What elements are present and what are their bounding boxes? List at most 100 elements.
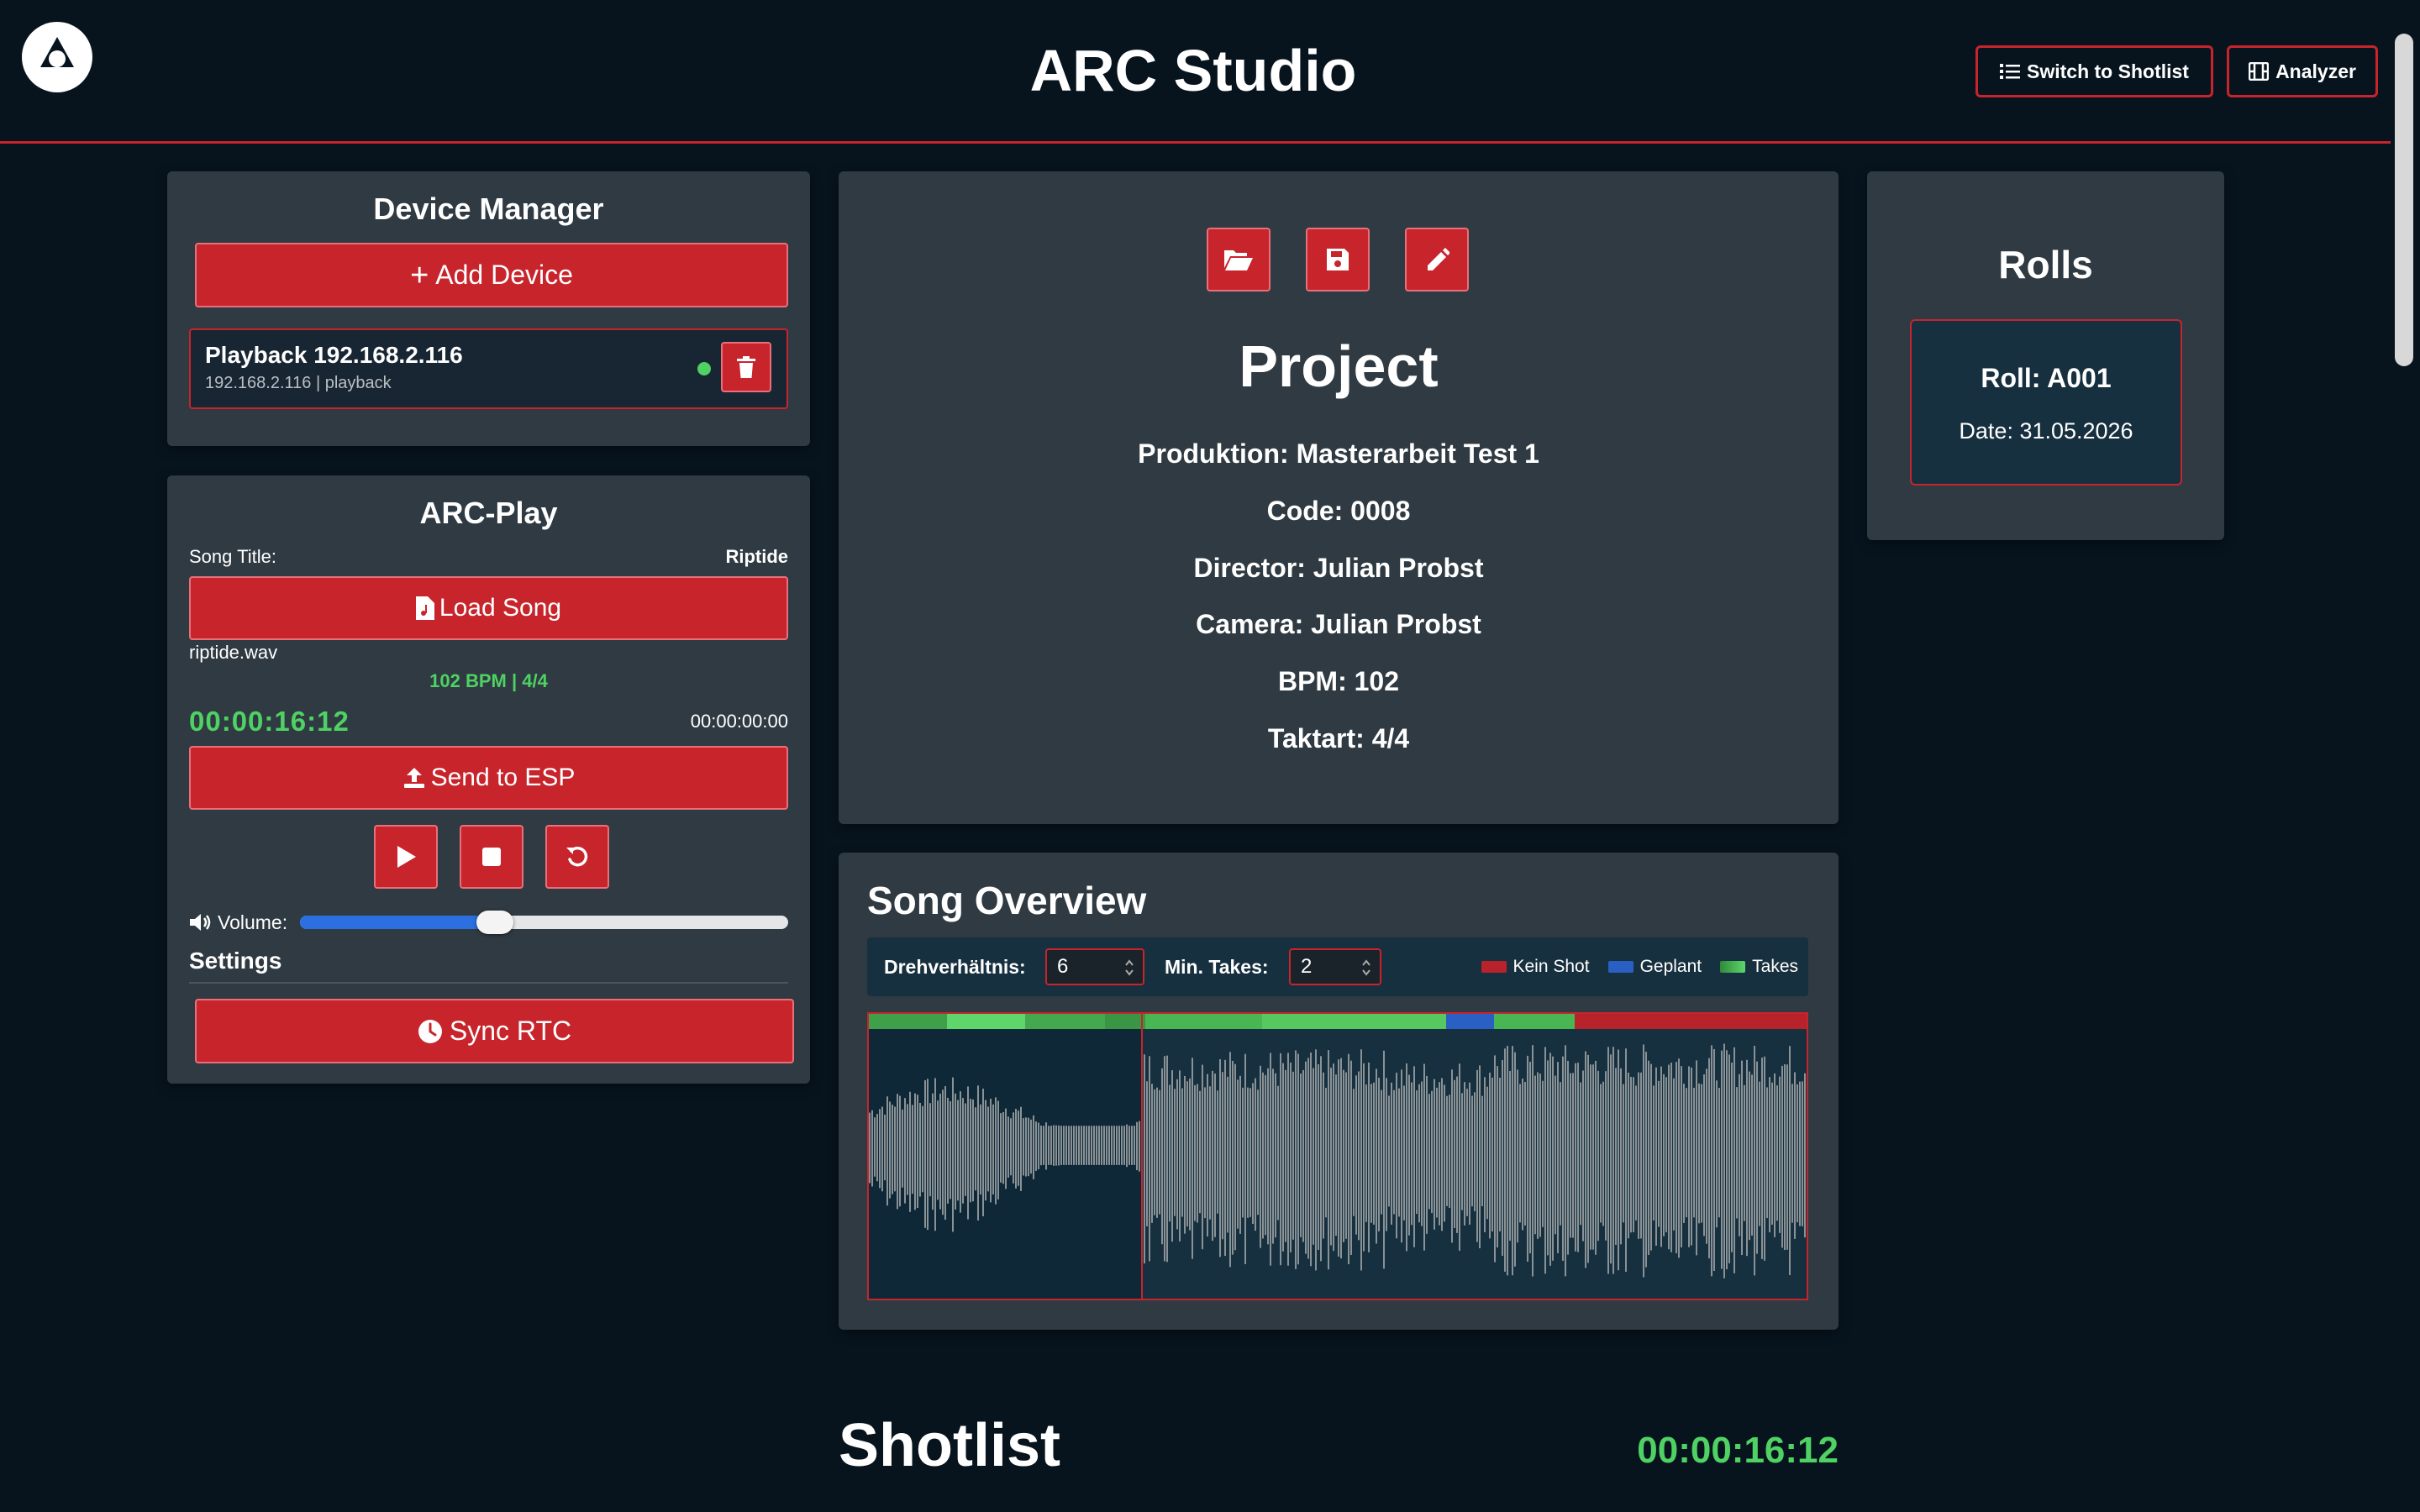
waveform-bar	[1093, 1126, 1095, 1165]
send-to-esp-button[interactable]: Send to ESP	[189, 746, 788, 810]
waveform-bar	[884, 1114, 886, 1181]
waveform-bar	[909, 1091, 911, 1212]
waveform-bar	[980, 1104, 981, 1195]
timeline-coverage-bar	[869, 1014, 1807, 1029]
waveform-bar	[1507, 1046, 1508, 1276]
waveform-bar	[1759, 1081, 1760, 1226]
waveform-bar	[1310, 1053, 1312, 1267]
waveform-bar	[942, 1089, 944, 1215]
waveform-bar	[1353, 1089, 1355, 1216]
min-takes-input[interactable]: 2	[1289, 948, 1381, 985]
waveform-bar	[1660, 1066, 1662, 1247]
waveform-bar	[1464, 1082, 1465, 1226]
legend-kein-shot: Kein Shot	[1481, 957, 1590, 977]
device-details: 192.168.2.116 | playback	[205, 374, 392, 392]
waveform-bar	[1512, 1046, 1513, 1276]
sync-rtc-button[interactable]: Sync RTC	[195, 999, 794, 1063]
device-item[interactable]: Playback 192.168.2.116 192.168.2.116 | p…	[189, 328, 788, 409]
reset-button[interactable]	[545, 825, 609, 889]
waveform-bar	[1711, 1045, 1712, 1277]
waveform-bar	[1764, 1056, 1765, 1261]
waveform-bar	[1028, 1117, 1029, 1177]
waveform-bar	[1340, 1058, 1342, 1259]
ratio-input[interactable]: 6	[1045, 948, 1144, 985]
waveform-bar	[1774, 1073, 1776, 1237]
coverage-segment-geplant	[1446, 1014, 1495, 1029]
waveform-bar	[1154, 1089, 1155, 1215]
waveform-bar	[1509, 1070, 1511, 1242]
open-project-button[interactable]	[1207, 228, 1270, 291]
waveform-bar	[1731, 1063, 1733, 1252]
waveform-bar	[1194, 1084, 1196, 1221]
waveform-bar	[1577, 1063, 1579, 1252]
edit-project-button[interactable]	[1405, 228, 1469, 291]
waveform-bar	[1126, 1124, 1128, 1168]
waveform-bar	[902, 1109, 903, 1188]
waveform-bar	[1338, 1059, 1339, 1257]
load-song-button[interactable]: Load Song	[189, 576, 788, 640]
waveform-bar	[1552, 1056, 1554, 1261]
waveform-bar	[1466, 1089, 1468, 1216]
analyzer-button[interactable]: Analyzer	[2227, 45, 2378, 97]
waveform-bar	[1149, 1056, 1150, 1262]
waveform-bar	[1633, 1077, 1634, 1232]
waveform-bar	[1227, 1076, 1228, 1233]
coverage-segment-takes	[946, 1014, 1026, 1029]
play-button[interactable]	[374, 825, 438, 889]
waveform-bar	[1771, 1082, 1773, 1226]
waveform-bar	[1111, 1126, 1113, 1165]
add-device-button[interactable]: + Add Device	[195, 243, 788, 307]
play-icon	[397, 846, 416, 868]
volume-slider-thumb[interactable]	[476, 911, 514, 934]
waveform-bar	[1686, 1088, 1687, 1218]
waveform-bar	[897, 1094, 898, 1210]
project-taktart: Taktart: 4/4	[1267, 723, 1410, 753]
waveform-bar	[1411, 1082, 1413, 1226]
waveform-bar	[1005, 1108, 1007, 1189]
waveform-bar	[1403, 1085, 1405, 1221]
waveform-bar	[1416, 1090, 1418, 1215]
waveform-bar	[1670, 1063, 1672, 1252]
waveform-bar	[1247, 1087, 1249, 1218]
stop-button[interactable]	[460, 825, 523, 889]
waveform-bar	[1413, 1066, 1415, 1247]
waveform-bar	[1383, 1050, 1385, 1269]
waveform-bar	[1449, 1095, 1450, 1208]
waveform-bar	[1302, 1069, 1304, 1242]
waveform-bar	[1002, 1111, 1004, 1184]
waveform-bar	[1323, 1072, 1324, 1239]
waveform-bar	[1333, 1063, 1334, 1252]
waveform-bar	[1103, 1126, 1105, 1165]
roll-card[interactable]: Roll: A001 Date: 31.05.2026	[1910, 319, 2182, 486]
waveform-bar	[869, 1112, 871, 1184]
song-title-label: Song Title:	[189, 546, 276, 567]
waveform-bar	[1469, 1082, 1470, 1225]
page-scrollbar[interactable]	[2395, 34, 2413, 366]
spinner-icon	[1125, 959, 1134, 976]
sync-rtc-label: Sync RTC	[449, 1016, 572, 1046]
waveform-bar	[1635, 1085, 1637, 1221]
waveform-bar	[1214, 1074, 1216, 1237]
waveform-bar	[1567, 1060, 1569, 1255]
waveform-bar	[929, 1103, 931, 1197]
save-project-button[interactable]	[1306, 228, 1370, 291]
current-timecode: 00:00:16:12	[189, 706, 350, 737]
waveform-bar	[1607, 1047, 1609, 1274]
coverage-segment-takes	[1494, 1014, 1576, 1029]
waveform-bar	[1013, 1112, 1014, 1184]
waveform-bar	[992, 1104, 994, 1194]
legend-label-kein-shot: Kein Shot	[1512, 957, 1590, 976]
waveform-container[interactable]	[867, 1012, 1808, 1300]
waveform-bar	[1186, 1081, 1188, 1227]
volume-slider[interactable]	[300, 911, 788, 934]
waveform-bar	[1658, 1080, 1660, 1227]
waveform-bar	[1144, 1054, 1145, 1264]
delete-device-button[interactable]	[721, 342, 771, 392]
waveform-bar	[1519, 1084, 1521, 1223]
app-logo	[20, 20, 94, 94]
waveform-bar	[997, 1100, 999, 1200]
switch-to-shotlist-button[interactable]: Switch to Shotlist	[1975, 45, 2213, 97]
waveform-bar	[1393, 1089, 1395, 1215]
playhead[interactable]	[1140, 1014, 1143, 1299]
volume-icon	[190, 914, 211, 931]
